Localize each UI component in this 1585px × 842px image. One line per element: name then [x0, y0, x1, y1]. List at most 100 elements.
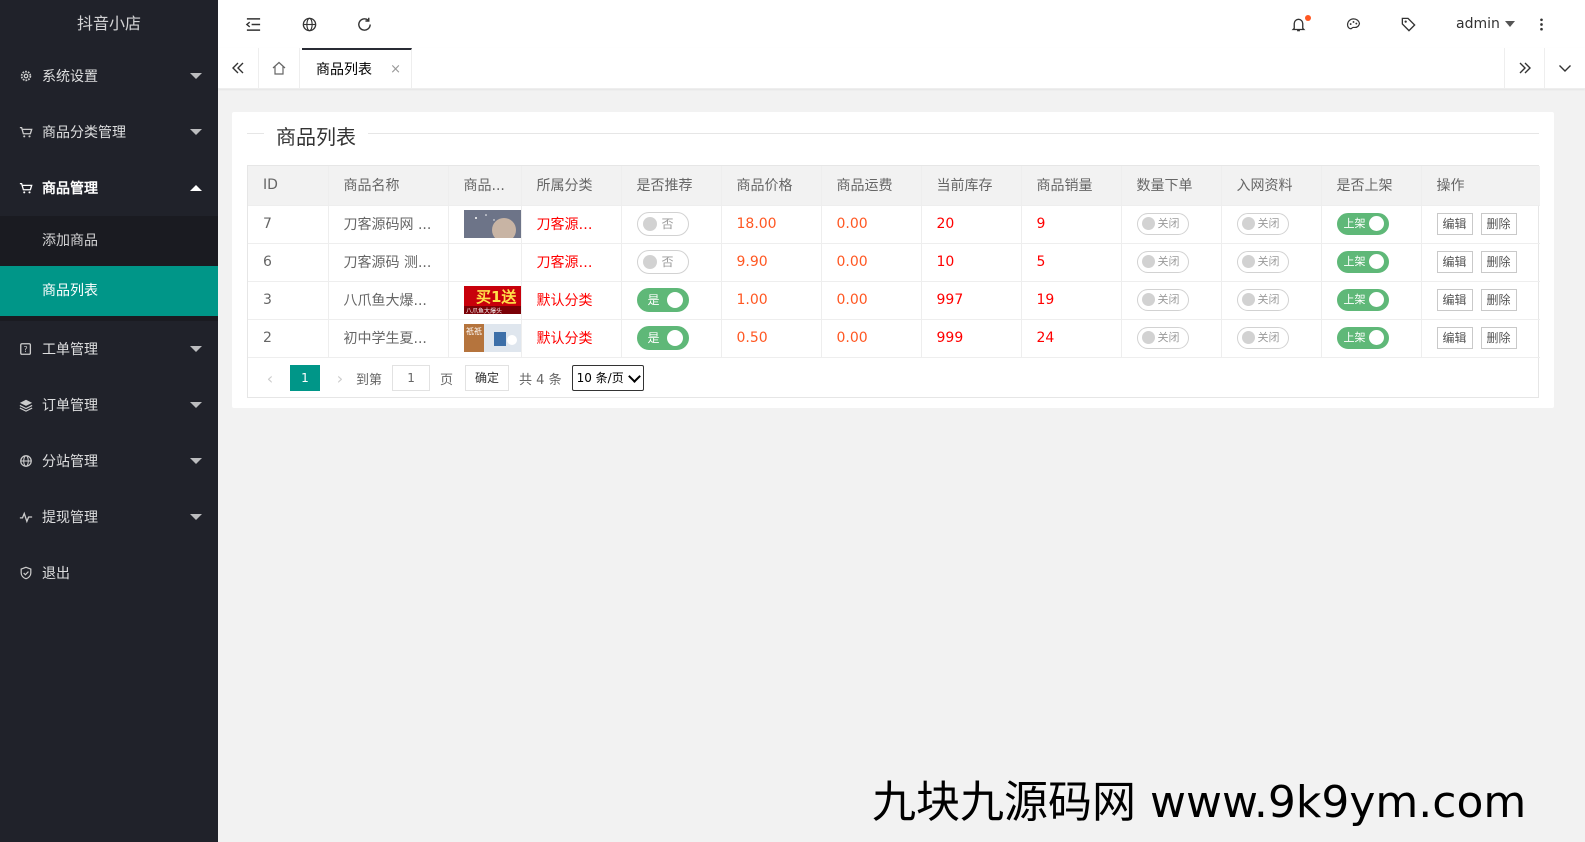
goto-page-input[interactable]: 1: [392, 365, 431, 391]
cell-freight: 0.00: [821, 281, 922, 320]
tabs-menu-chevron-down-icon[interactable]: [1544, 48, 1585, 88]
listed-toggle[interactable]: 上架: [1336, 289, 1389, 311]
qty-order-toggle[interactable]: 关闭: [1136, 289, 1189, 311]
cell-category: 刀客源码网: [521, 205, 622, 244]
edit-button[interactable]: 编辑: [1436, 251, 1473, 273]
cell-name: 刀客源码网 ...: [328, 205, 449, 244]
shield-icon: [18, 565, 34, 581]
cell-price: 9.90: [721, 243, 822, 282]
edit-button[interactable]: 编辑: [1436, 327, 1473, 349]
product-thumbnail[interactable]: 买1送 八爪鱼大爆头: [463, 286, 522, 314]
tab-product-list[interactable]: 商品列表 ×: [302, 48, 412, 88]
listed-toggle[interactable]: 上架: [1336, 213, 1389, 235]
sidebar-subitem-product-list[interactable]: 商品列表: [0, 266, 218, 316]
table-row: 3 八爪鱼大爆... 买1送 八爪鱼大爆头 默认分类 是 1.00 0.00 9…: [248, 281, 1540, 320]
qty-order-toggle[interactable]: 关闭: [1136, 251, 1189, 273]
svg-text:祇祇: 祇祇: [466, 326, 482, 336]
username: admin: [1456, 16, 1500, 32]
fieldset-divider: [247, 133, 1539, 134]
qty-order-toggle[interactable]: 关闭: [1136, 213, 1189, 235]
toggle-label: 是: [647, 293, 660, 307]
globe-icon: [18, 453, 34, 469]
more-icon[interactable]: [1526, 0, 1556, 48]
column-header[interactable]: 入网资料: [1221, 166, 1322, 206]
product-thumbnail[interactable]: [463, 210, 522, 238]
bell-icon[interactable]: [1283, 0, 1313, 48]
home-icon[interactable]: [258, 48, 300, 88]
column-header[interactable]: 操作: [1421, 166, 1540, 206]
delete-button[interactable]: 删除: [1480, 213, 1517, 235]
refresh-icon[interactable]: [349, 0, 379, 48]
cell-recommend: 是: [621, 281, 722, 320]
product-thumbnail[interactable]: 祇祇: [463, 324, 522, 352]
delete-button[interactable]: 删除: [1480, 289, 1517, 311]
cell-freight: 0.00: [821, 205, 922, 244]
netinfo-toggle[interactable]: 关闭: [1236, 251, 1289, 273]
column-header[interactable]: 商品运费: [821, 166, 922, 206]
product-thumbnail[interactable]: [463, 248, 522, 276]
cart-icon: [18, 124, 34, 140]
sidebar-item-label: 分站管理: [42, 454, 98, 470]
edit-button[interactable]: 编辑: [1436, 213, 1473, 235]
column-header[interactable]: 商品价格: [721, 166, 822, 206]
chevron-down-icon: [190, 346, 202, 352]
column-header[interactable]: 数量下单: [1121, 166, 1222, 206]
sidebar-item-order-management[interactable]: 订单管理: [0, 377, 218, 433]
column-header[interactable]: 是否推荐: [621, 166, 722, 206]
toggle-label: 上架: [1343, 331, 1366, 344]
delete-button[interactable]: 删除: [1480, 327, 1517, 349]
tabs-scroll-right-icon[interactable]: [1504, 48, 1545, 88]
goto-confirm-button[interactable]: 确定: [465, 365, 510, 391]
sidebar-item-withdraw-management[interactable]: 提现管理: [0, 489, 218, 545]
edit-button[interactable]: 编辑: [1436, 289, 1473, 311]
chevron-down-icon: [190, 514, 202, 520]
column-header[interactable]: ID: [248, 166, 329, 206]
cell-name: 初中学生夏...: [328, 319, 449, 358]
tabs-scroll-left-icon[interactable]: [218, 48, 258, 88]
toggle-knob: [1141, 255, 1155, 268]
recommend-toggle[interactable]: 否: [636, 250, 689, 274]
toggle-label: 关闭: [1157, 293, 1180, 306]
listed-toggle[interactable]: 上架: [1336, 327, 1389, 349]
sidebar-item-logout[interactable]: 退出: [0, 545, 218, 601]
column-header[interactable]: 当前库存: [921, 166, 1022, 206]
cell-listed: 上架: [1321, 205, 1422, 244]
recommend-toggle[interactable]: 是: [636, 326, 689, 350]
cell-freight: 0.00: [821, 243, 922, 282]
table-header-row: ID 商品名称 商品... 所属分类 是否推荐 商品价格 商品运费 当前库存 商…: [248, 166, 1540, 206]
page-size-select[interactable]: 10 条/页: [571, 365, 644, 391]
column-header[interactable]: 商品销量: [1021, 166, 1122, 206]
sidebar-subitem-add-product[interactable]: 添加商品: [0, 216, 218, 266]
close-icon[interactable]: ×: [390, 50, 401, 90]
menu-collapse-icon[interactable]: [238, 0, 268, 48]
theme-icon[interactable]: [1338, 0, 1368, 48]
netinfo-toggle[interactable]: 关闭: [1236, 213, 1289, 235]
sidebar-item-category-management[interactable]: 商品分类管理: [0, 104, 218, 160]
column-header[interactable]: 是否上架: [1321, 166, 1422, 206]
sidebar-item-product-management[interactable]: 商品管理: [0, 160, 218, 216]
netinfo-toggle[interactable]: 关闭: [1236, 289, 1289, 311]
cell-name: 八爪鱼大爆...: [328, 281, 449, 320]
recommend-toggle[interactable]: 否: [636, 212, 689, 236]
globe-icon[interactable]: [294, 0, 324, 48]
next-page-icon[interactable]: ›: [330, 369, 350, 388]
user-menu[interactable]: admin: [1456, 0, 1515, 48]
recommend-toggle[interactable]: 是: [636, 288, 689, 312]
netinfo-toggle[interactable]: 关闭: [1236, 327, 1289, 349]
tag-icon[interactable]: [1393, 0, 1423, 48]
column-header[interactable]: 商品名称: [328, 166, 449, 206]
prev-page-icon[interactable]: ‹: [260, 369, 280, 388]
sidebar-item-ticket-management[interactable]: ? 工单管理: [0, 321, 218, 377]
sidebar-item-substation-management[interactable]: 分站管理: [0, 433, 218, 489]
column-header[interactable]: 所属分类: [521, 166, 622, 206]
sidebar-item-system-settings[interactable]: 系统设置: [0, 48, 218, 104]
current-page[interactable]: 1: [290, 365, 320, 391]
sidebar: 抖音小店 系统设置 商品分类管理 商品管理 添加商品 商品列表 ? 工单管理 订…: [0, 0, 218, 842]
qty-order-toggle[interactable]: 关闭: [1136, 327, 1189, 349]
cell-netinfo: 关闭: [1221, 319, 1322, 358]
delete-button[interactable]: 删除: [1480, 251, 1517, 273]
toggle-label: 关闭: [1257, 293, 1280, 306]
svg-text:八爪鱼大爆头: 八爪鱼大爆头: [466, 307, 502, 314]
column-header[interactable]: 商品...: [448, 166, 522, 206]
listed-toggle[interactable]: 上架: [1336, 251, 1389, 273]
